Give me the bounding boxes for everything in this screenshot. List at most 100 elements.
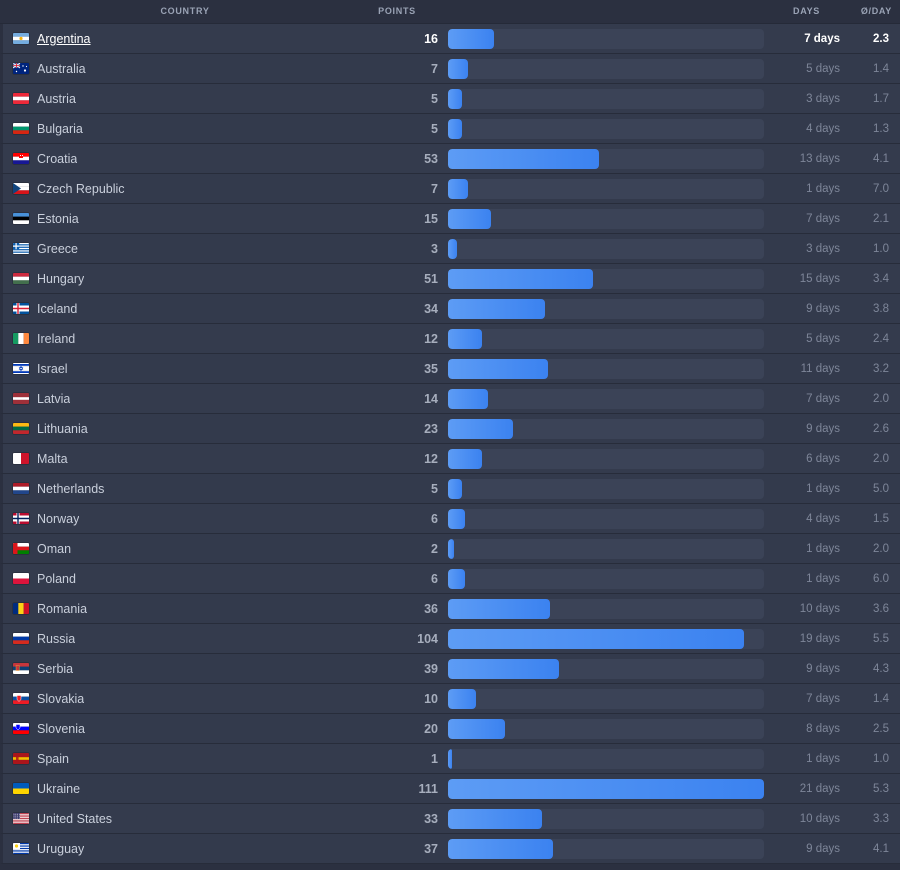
cell-days: 1 days <box>806 182 840 195</box>
table-row[interactable]: Oman 2 1 days 2.0 <box>0 534 900 564</box>
flag-ireland <box>13 333 29 344</box>
table-row[interactable]: Serbia 39 9 days 4.3 <box>0 654 900 684</box>
flag-ukraine <box>13 783 29 794</box>
table-row[interactable]: Argentina 16 7 days 2.3 <box>0 24 900 54</box>
cell-country[interactable]: Hungary <box>3 272 416 286</box>
cell-days: 15 days <box>799 272 840 285</box>
flag-croatia <box>13 153 29 164</box>
table-row[interactable]: Estonia 15 7 days 2.1 <box>0 204 900 234</box>
table-row[interactable]: Poland 6 1 days 6.0 <box>0 564 900 594</box>
table-row[interactable]: Greece 3 3 days 1.0 <box>0 234 900 264</box>
bar-fill <box>448 748 452 769</box>
flag-serbia <box>13 663 29 674</box>
bar-track <box>448 358 764 379</box>
cell-country[interactable]: Estonia <box>3 212 416 226</box>
bar-track <box>448 268 764 289</box>
cell-points: 39 <box>424 661 438 676</box>
cell-country[interactable]: Romania <box>3 602 416 616</box>
cell-avg-per-day: 2.1 <box>873 212 889 225</box>
flag-poland <box>13 573 29 584</box>
flag-argentina <box>13 33 29 44</box>
cell-points-bar <box>448 834 768 864</box>
bar-track <box>448 388 764 409</box>
table-row[interactable]: Israel 35 11 days 3.2 <box>0 354 900 384</box>
cell-country[interactable]: United States <box>3 812 416 826</box>
cell-country[interactable]: Spain <box>3 752 416 766</box>
table-row[interactable]: Malta 12 6 days 2.0 <box>0 444 900 474</box>
bar-fill <box>448 628 745 649</box>
cell-country[interactable]: Latvia <box>3 392 416 406</box>
table-row[interactable]: Russia 104 19 days 5.5 <box>0 624 900 654</box>
cell-days: 3 days <box>806 92 840 105</box>
cell-points: 37 <box>424 841 438 856</box>
cell-country[interactable]: Oman <box>3 542 416 556</box>
cell-country[interactable]: Bulgaria <box>3 122 416 136</box>
cell-country[interactable]: Slovakia <box>3 692 416 706</box>
table-row[interactable]: Iceland 34 9 days 3.8 <box>0 294 900 324</box>
cell-country[interactable]: Uruguay <box>3 842 416 856</box>
bar-fill <box>448 808 542 829</box>
cell-days: 1 days <box>806 752 840 765</box>
flag-uruguay <box>13 843 29 854</box>
flag-netherlands <box>13 483 29 494</box>
country-name: Iceland <box>37 301 78 316</box>
table-row[interactable]: Netherlands 5 1 days 5.0 <box>0 474 900 504</box>
cell-country[interactable]: Argentina <box>3 32 416 46</box>
cell-avg-per-day: 3.8 <box>873 302 889 315</box>
table-row[interactable]: Austria 5 3 days 1.7 <box>0 84 900 114</box>
table-row[interactable]: Spain 1 1 days 1.0 <box>0 744 900 774</box>
cell-country[interactable]: Norway <box>3 512 416 526</box>
bar-fill <box>448 448 483 469</box>
table-row[interactable]: Norway 6 4 days 1.5 <box>0 504 900 534</box>
table-row[interactable]: United States 33 10 days 3.3 <box>0 804 900 834</box>
table-row[interactable]: Romania 36 10 days 3.6 <box>0 594 900 624</box>
cell-country[interactable]: Iceland <box>3 302 416 316</box>
table-row[interactable]: Latvia 14 7 days 2.0 <box>0 384 900 414</box>
country-name: Czech Republic <box>37 181 125 196</box>
cell-country[interactable]: Russia <box>3 632 416 646</box>
cell-country[interactable]: Czech Republic <box>3 182 416 196</box>
cell-country[interactable]: Poland <box>3 572 416 586</box>
cell-country[interactable]: Lithuania <box>3 422 416 436</box>
table-row[interactable]: Australia 7 5 days 1.4 <box>0 54 900 84</box>
cell-points: 34 <box>424 301 438 316</box>
cell-days: 4 days <box>806 122 840 135</box>
cell-country[interactable]: Greece <box>3 242 416 256</box>
cell-country[interactable]: Israel <box>3 362 416 376</box>
cell-country[interactable]: Croatia <box>3 152 416 166</box>
cell-country[interactable]: Ukraine <box>3 782 416 796</box>
column-header-points[interactable]: POINTS <box>0 6 794 16</box>
table-row[interactable]: Lithuania 23 9 days 2.6 <box>0 414 900 444</box>
country-name: Israel <box>37 361 68 376</box>
cell-points-bar <box>448 54 768 84</box>
cell-days: 9 days <box>806 422 840 435</box>
bar-track <box>448 628 764 649</box>
country-name: Serbia <box>37 661 74 676</box>
cell-avg-per-day: 2.3 <box>873 32 889 45</box>
cell-country[interactable]: Ireland <box>3 332 416 346</box>
country-name: Australia <box>37 61 86 76</box>
cell-points-bar <box>448 744 768 774</box>
table-row[interactable]: Croatia 53 13 days 4.1 <box>0 144 900 174</box>
cell-country[interactable]: Austria <box>3 92 416 106</box>
cell-points-bar <box>448 24 768 54</box>
cell-country[interactable]: Slovenia <box>3 722 416 736</box>
cell-country[interactable]: Malta <box>3 452 416 466</box>
table-row[interactable]: Ukraine 111 21 days 5.3 <box>0 774 900 804</box>
table-row[interactable]: Bulgaria 5 4 days 1.3 <box>0 114 900 144</box>
bar-track <box>448 448 764 469</box>
table-row[interactable]: Czech Republic 7 1 days 7.0 <box>0 174 900 204</box>
cell-days: 7 days <box>806 212 840 225</box>
table-row[interactable]: Slovakia 10 7 days 1.4 <box>0 684 900 714</box>
cell-country[interactable]: Australia <box>3 62 416 76</box>
table-row[interactable]: Slovenia 20 8 days 2.5 <box>0 714 900 744</box>
footer-strip <box>0 864 900 870</box>
cell-country[interactable]: Netherlands <box>3 482 416 496</box>
table-row[interactable]: Ireland 12 5 days 2.4 <box>0 324 900 354</box>
table-row[interactable]: Hungary 51 15 days 3.4 <box>0 264 900 294</box>
table-row[interactable]: Uruguay 37 9 days 4.1 <box>0 834 900 864</box>
cell-country[interactable]: Serbia <box>3 662 416 676</box>
column-header-avg-per-day[interactable]: Ø/DAY <box>760 6 892 16</box>
cell-points: 6 <box>431 511 438 526</box>
bar-track <box>448 808 764 829</box>
